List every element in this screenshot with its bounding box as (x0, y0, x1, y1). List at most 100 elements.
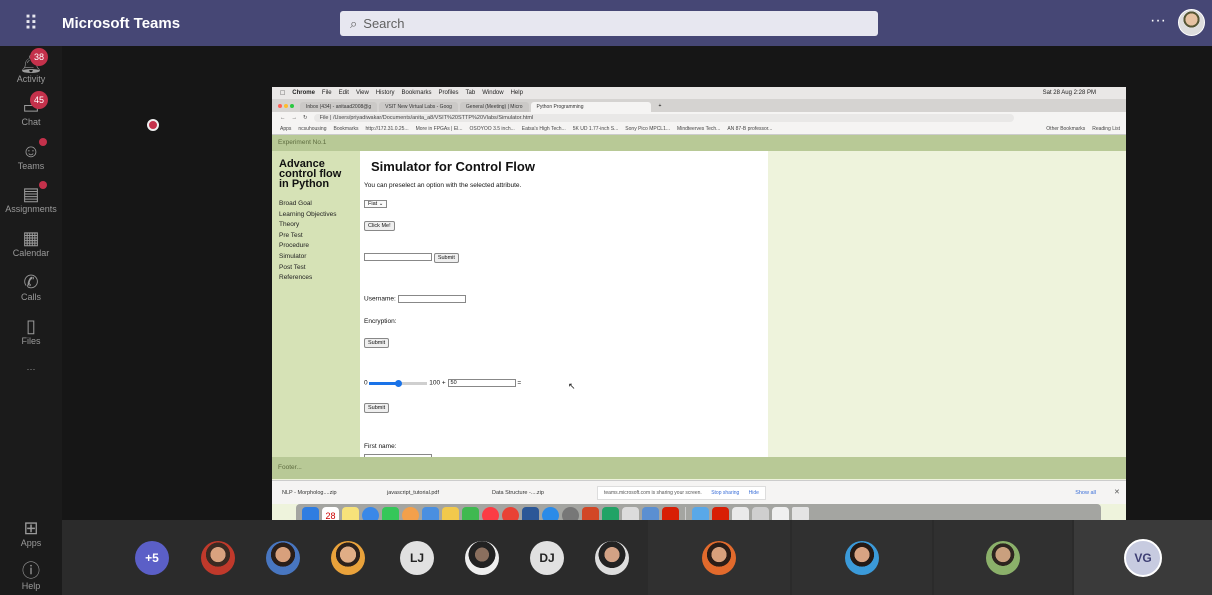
lab-link-procedure: Procedure (279, 242, 309, 250)
rail-item-more[interactable]: ··· (0, 364, 62, 374)
teams-top-bar: ⠿ Microsoft Teams ⌕ Search ··· (0, 0, 1212, 46)
stop-sharing-button: Stop sharing (711, 490, 740, 496)
participant-avatar[interactable] (331, 541, 365, 575)
participant-avatar[interactable] (465, 541, 499, 575)
menu-profiles: Profiles (433, 90, 459, 96)
slider-min-label: 0 (364, 379, 368, 387)
recording-indicator (147, 119, 159, 131)
rail-item-chat[interactable]: ▭ 45 Chat (0, 91, 62, 127)
rail-item-teams[interactable]: ☺ Teams (0, 138, 62, 171)
rail-item-assignments[interactable]: ▤ Assignments (0, 181, 62, 214)
mac-menu-bar:  Chrome File Edit View History Bookmark… (272, 87, 1126, 99)
zoom-window-icon (290, 103, 294, 108)
browser-tab-inbox: Inbox (434) - anitaad2008@g (300, 102, 378, 112)
bookmark-item: Sony Pico MPCL1... (625, 126, 671, 132)
lab-sidebar-title: Advance control flow in Python (279, 158, 342, 190)
bookmark-item: Mindteerves Tech... (677, 126, 721, 132)
lab-page: Experiment No.1 Advance control flow in … (272, 135, 1126, 526)
app-launcher-icon[interactable]: ⠿ (0, 11, 62, 36)
rail-item-help[interactable]: ⓘ Help (0, 561, 62, 591)
participant-avatar[interactable] (201, 541, 235, 575)
participant-video-tile[interactable] (934, 520, 1072, 595)
username-label: Username: (364, 295, 396, 303)
menu-tab: Tab (460, 90, 476, 96)
menu-chrome: Chrome (287, 90, 315, 96)
rail-item-calendar[interactable]: ▦ Calendar (0, 228, 62, 258)
calls-icon: ✆ (23, 272, 39, 292)
rail-label: Assignments (5, 204, 57, 214)
show-all-button: Show all (1075, 489, 1096, 496)
search-placeholder: Search (363, 16, 405, 31)
self-video-tile[interactable]: VG (1074, 520, 1212, 595)
lab-right-panel (768, 151, 1126, 457)
browser-tab-vlabs: VSIT New Virtual Labs - Goog (379, 102, 458, 112)
search-icon: ⌕ (350, 15, 358, 31)
bookmark-item: AN 87-B professor... (727, 126, 773, 132)
lab-link-simulator: Simulator (279, 252, 307, 260)
bookmark-item: Apps (280, 126, 292, 132)
range-slider (369, 379, 428, 387)
apple-icon:  (280, 90, 285, 97)
rail-item-apps[interactable]: ⊞ Apps (0, 518, 62, 548)
download-item-nlp: NLP - Morpholog....zip (282, 489, 337, 496)
rail-label: Calendar (12, 248, 50, 258)
bookmark-item: Eatsa's High Tech... (521, 126, 566, 132)
range-slider-fill (369, 381, 399, 385)
rail-item-files[interactable]: ▯ Files (0, 316, 62, 346)
lab-intro: You can preselect an option with the sel… (364, 182, 522, 189)
lab-link-learning-objectives: Learning Objectives (279, 210, 337, 218)
participant-video-tile[interactable] (792, 520, 932, 595)
participant-strip: +5 LJ DJ VG (62, 520, 1212, 595)
rail-item-activity[interactable]: 🔔︎ 38 Activity (0, 48, 62, 84)
back-icon: ← (280, 115, 286, 121)
browser-tab-python: Python Programming (530, 102, 651, 112)
screen-share-notice: teams.microsoft.com is sharing your scre… (597, 486, 766, 500)
browser-tab-meeting: General (Meeting) | Micro (459, 102, 529, 112)
chat-badge: 45 (30, 91, 48, 109)
mac-clock: Sat 28 Aug 2:28 PM (1042, 90, 1096, 96)
teams-icon: ☺ (21, 141, 41, 161)
first-name-label: First name: (364, 443, 397, 450)
participant-avatar[interactable] (595, 541, 629, 575)
participant-initials-avatar[interactable]: LJ (400, 541, 434, 575)
menu-help: Help (505, 90, 523, 96)
participant-video-tile[interactable] (648, 520, 790, 595)
menu-bookmarks: Bookmarks (396, 90, 432, 96)
rail-label: Help (21, 581, 41, 591)
address-bar: ← → ↻ File | /Users/priyadiwakar/Documen… (272, 112, 1126, 124)
experiment-header: Experiment No.1 (272, 135, 1126, 151)
calendar-icon: ▦ (22, 228, 40, 248)
more-options-icon[interactable]: ··· (1150, 12, 1166, 30)
assignments-icon: ▤ (22, 184, 40, 204)
menu-edit: Edit (333, 90, 349, 96)
car-select-value: Fiat (368, 201, 378, 207)
close-icon: ✕ (1114, 489, 1120, 496)
participant-avatar[interactable] (266, 541, 300, 575)
forward-icon: → (291, 115, 298, 121)
participant-avatar (702, 541, 736, 575)
shared-screen:  Chrome File Edit View History Bookmark… (272, 87, 1126, 526)
more-participants-button[interactable]: +5 (135, 541, 169, 575)
meeting-stage:  Chrome File Edit View History Bookmark… (62, 46, 1212, 526)
lab-link-pre-test: Pre Test (279, 231, 303, 239)
search-input[interactable]: ⌕ Search (340, 11, 878, 36)
lab-link-post-test: Post Test (279, 263, 306, 271)
submit-button-3: Submit (364, 403, 390, 413)
lab-link-theory: Theory (279, 221, 300, 229)
participant-avatar (845, 541, 879, 575)
participant-initials-avatar[interactable]: DJ (530, 541, 564, 575)
mouse-pointer-icon: ↖ (568, 381, 576, 391)
submit-button-1: Submit (433, 253, 459, 263)
downloads-bar: NLP - Morpholog....zip javascript_tutori… (272, 480, 1126, 504)
hide-button: Hide (748, 490, 759, 496)
app-title: Microsoft Teams (62, 14, 181, 32)
my-avatar[interactable] (1178, 9, 1205, 36)
self-initials-avatar: VG (1124, 539, 1162, 577)
menu-history: History (370, 90, 395, 96)
bookmark-item: Other Bookmarks (1046, 126, 1086, 132)
rail-label: Teams (17, 161, 45, 171)
help-icon: ⓘ (22, 561, 40, 581)
submit-button-2: Submit (364, 338, 390, 348)
rail-label: Apps (20, 538, 42, 548)
rail-item-calls[interactable]: ✆ Calls (0, 272, 62, 302)
